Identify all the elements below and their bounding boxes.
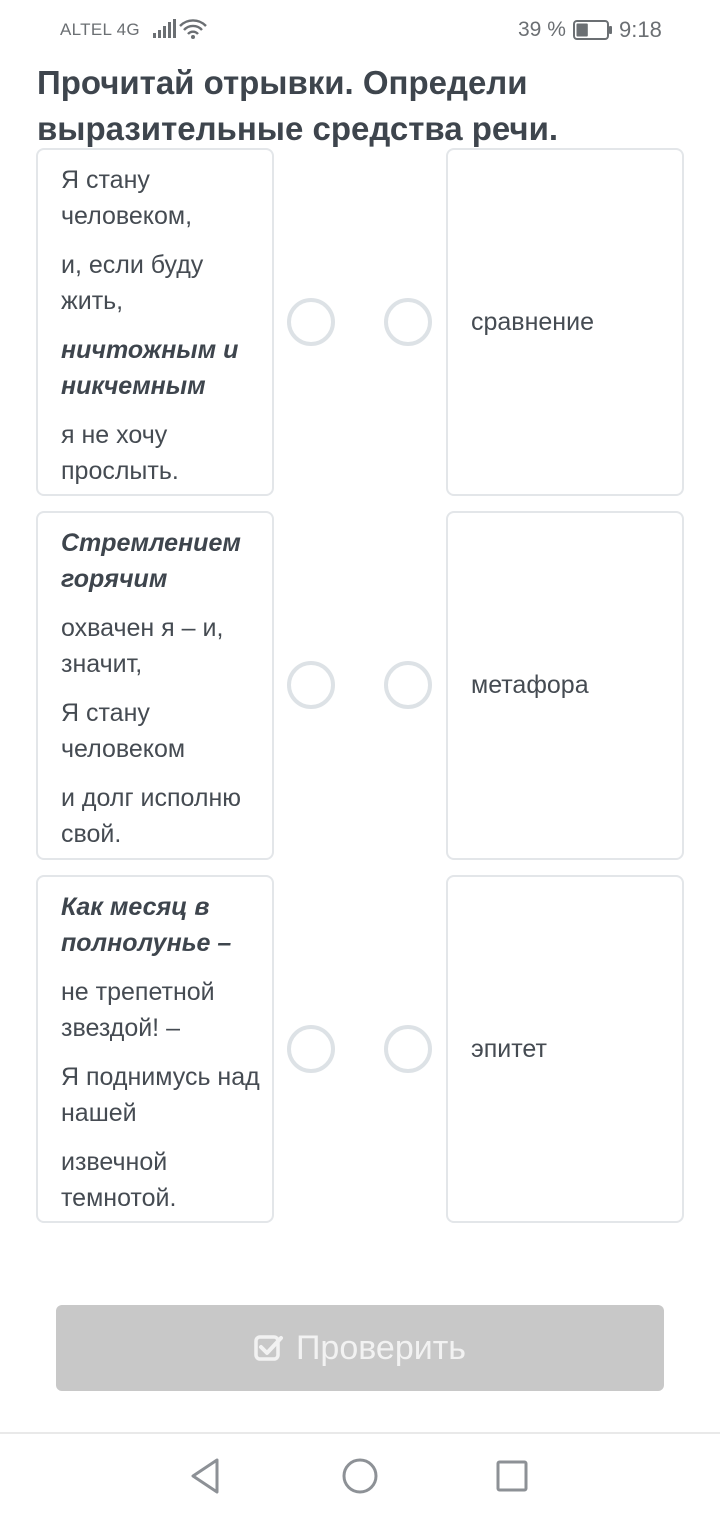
check-button[interactable]: Проверить: [56, 1305, 664, 1391]
excerpt-connector-dot-3[interactable]: [287, 1025, 335, 1073]
check-button-label: Проверить: [295, 1328, 467, 1367]
excerpt-card-2[interactable]: Стремлением горячим охвачен я – и, значи…: [36, 511, 274, 860]
option-card-2[interactable]: метафора: [446, 511, 684, 860]
excerpt-line: Стремлением горячим: [61, 529, 241, 593]
option-connector-dot-2[interactable]: [384, 661, 432, 709]
excerpt-line: и долг исполню свой.: [61, 784, 242, 848]
battery-icon: [573, 20, 612, 40]
excerpt-connector-dot-2[interactable]: [287, 661, 335, 709]
option-card-3[interactable]: эпитет: [446, 875, 684, 1223]
excerpt-card-1[interactable]: Я стану человеком, и, если буду жить, ни…: [36, 148, 274, 496]
page-title: Прочитай отрывки. Определи выразительные…: [37, 64, 559, 147]
excerpt-line: Я стану человеком: [61, 699, 186, 763]
wifi-icon: [179, 19, 207, 39]
option-connector-dot-1[interactable]: [384, 298, 432, 346]
excerpt-line: я не хочу прослыть.: [61, 421, 179, 485]
excerpt-line: не трепетной звездой! –: [61, 978, 215, 1042]
excerpt-line: извечной темнотой.: [61, 1148, 177, 1212]
home-circle-icon[interactable]: [340, 1456, 380, 1496]
back-triangle-icon[interactable]: [186, 1456, 226, 1496]
excerpt-connector-dot-1[interactable]: [287, 298, 335, 346]
option-connector-dot-3[interactable]: [384, 1025, 432, 1073]
excerpt-line: Я поднимусь над нашей: [61, 1063, 260, 1127]
excerpt-line: Я стану человеком,: [61, 166, 193, 230]
excerpt-line: ничтожным и никчемным: [61, 336, 239, 400]
excerpt-line: охвачен я – и, значит,: [61, 614, 224, 678]
clock: 9:18: [619, 17, 662, 42]
option-card-1[interactable]: сравнение: [446, 148, 684, 496]
carrier-label: ALTEL 4G: [60, 20, 140, 39]
excerpt-line: Как месяц в полнолунье –: [61, 893, 232, 957]
status-bar: ALTEL 4G 39 % 9:18: [0, 0, 720, 60]
recents-square-icon[interactable]: [492, 1456, 532, 1496]
excerpt-line: и, если буду жить,: [61, 251, 204, 315]
battery-percent: 39 %: [518, 18, 566, 41]
checkbox-check-icon: [254, 1335, 283, 1361]
navigation-bar: [0, 1434, 720, 1520]
excerpt-card-3[interactable]: Как месяц в полнолунье – не трепетной зв…: [36, 875, 274, 1223]
signal-strength-icon: [153, 19, 176, 38]
